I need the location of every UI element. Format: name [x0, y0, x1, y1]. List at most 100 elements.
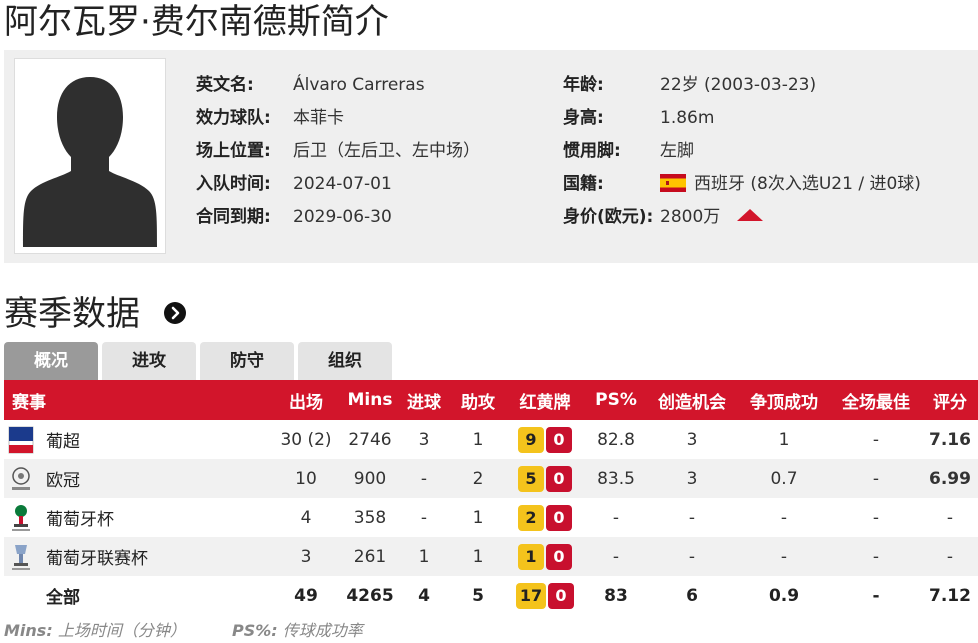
cell-motm: -	[872, 429, 880, 450]
cell-pass-success: -	[586, 537, 646, 576]
col-header-competition[interactable]: 赛事	[4, 380, 268, 420]
info-value: 2029-06-30	[293, 207, 392, 227]
info-label: 身高:	[563, 108, 604, 128]
cell-apps: 4	[300, 507, 312, 528]
yellow-card-count: 2	[518, 504, 544, 531]
footnote-mins: Mins: 上场时间（分钟）	[4, 620, 186, 642]
info-label: 效力球队:	[196, 108, 271, 128]
cell-pass-success: -	[612, 507, 620, 528]
competition-name[interactable]: 葡萄牙杯	[46, 505, 114, 530]
col-header-motm[interactable]: 全场最佳	[830, 380, 922, 420]
cell-aerials: -	[780, 507, 788, 528]
table-row: 葡萄牙杯 4 358 - 1 20 - - - - -	[4, 498, 978, 537]
table-row: 葡超 30 (2) 2746 3 1 90 82.8 3 1 - 7.16	[4, 420, 978, 459]
champions-league-logo-icon	[4, 464, 38, 494]
cell-motm: -	[830, 537, 922, 576]
competition-name[interactable]: 葡萄牙联赛杯	[46, 544, 148, 569]
cell-goals: 4	[418, 585, 430, 606]
cell-mins: 261	[344, 537, 396, 576]
footnote-ps: PS%: 传球成功率	[232, 620, 363, 642]
col-header-rating[interactable]: 评分	[922, 380, 978, 420]
info-value: 2800万	[660, 204, 764, 230]
yellow-card-count: 5	[518, 465, 544, 492]
tab-organize[interactable]: 组织	[298, 342, 392, 380]
cell-assists: 1	[472, 507, 484, 528]
info-value: 本菲卡	[293, 108, 344, 128]
cell-chances: 3	[646, 459, 738, 498]
cell-chances: -	[646, 537, 738, 576]
cell-pass-success: 83.5	[586, 459, 646, 498]
table-row: 欧冠 10 900 - 2 50 83.5 3 0.7 - 6.99	[4, 459, 978, 498]
cell-rating: 7.16	[929, 429, 971, 450]
table-total-row: 全部 49 4265 4 5 17 0 83 6 0.9 - 7.12	[4, 576, 978, 615]
col-header-assists[interactable]: 助攻	[452, 380, 504, 420]
cell-assists: 1	[472, 429, 484, 450]
tab-attack[interactable]: 进攻	[102, 342, 196, 380]
footnote-key: Mins:	[4, 621, 53, 640]
info-value: 后卫（左后卫、左中场）	[293, 141, 480, 161]
cell-apps: 3	[268, 537, 344, 576]
cell-aerials: 0.7	[738, 459, 830, 498]
market-value-text: 2800万	[660, 207, 721, 227]
cell-motm: -	[872, 585, 880, 606]
value-up-arrow-icon	[736, 209, 763, 221]
cell-assists: 1	[452, 537, 504, 576]
red-card-count: 0	[548, 582, 574, 609]
info-label: 合同到期:	[196, 207, 271, 227]
cell-mins: 900	[344, 459, 396, 498]
cell-chances: 3	[686, 429, 698, 450]
info-value: 左脚	[660, 141, 694, 161]
col-header-chances[interactable]: 创造机会	[646, 380, 738, 420]
cell-cards: 10	[504, 537, 586, 576]
col-header-apps[interactable]: 出场	[268, 380, 344, 420]
competition-name[interactable]: 欧冠	[46, 466, 80, 491]
info-value: Álvaro Carreras	[293, 75, 425, 95]
info-label: 年龄:	[563, 75, 604, 95]
cell-goals: 3	[418, 429, 430, 450]
cell-cards: 20	[504, 498, 586, 537]
tab-defense[interactable]: 防守	[200, 342, 294, 380]
col-header-cards[interactable]: 红黄牌	[504, 380, 586, 420]
spain-flag-icon	[660, 174, 686, 192]
player-silhouette-icon	[21, 65, 159, 247]
cell-assists: 5	[472, 585, 484, 606]
competition-name[interactable]: 葡超	[46, 427, 80, 452]
yellow-card-count: 9	[518, 426, 544, 453]
info-value: 22岁 (2003-03-23)	[660, 75, 817, 95]
info-label: 惯用脚:	[563, 141, 621, 161]
cell-chances: 6	[686, 585, 698, 606]
cell-rating: 6.99	[922, 459, 978, 498]
table-row: 葡萄牙联赛杯 3 261 1 1 10 - - - - -	[4, 537, 978, 576]
player-profile: 英文名: Álvaro Carreras 效力球队: 本菲卡 场上位置: 后卫（…	[4, 50, 978, 263]
arrow-right-circle-icon[interactable]	[164, 302, 186, 324]
cell-aerials: -	[738, 537, 830, 576]
col-header-mins[interactable]: Mins	[344, 380, 396, 420]
info-label: 身价(欧元):	[563, 207, 654, 227]
cell-goals: 1	[396, 537, 452, 576]
cell-rating: 7.12	[929, 585, 971, 606]
cell-apps: 49	[294, 585, 318, 606]
cell-cards: 50	[504, 459, 586, 498]
season-stats-table: 赛事 出场 Mins 进球 助攻 红黄牌 PS% 创造机会 争顶成功 全场最佳 …	[4, 380, 978, 615]
col-header-pass-success[interactable]: PS%	[586, 380, 646, 420]
red-card-count: 0	[546, 465, 572, 492]
cell-cards: 90	[504, 420, 586, 459]
cell-mins: 358	[353, 507, 387, 528]
tab-overview[interactable]: 概况	[4, 342, 98, 380]
cell-apps: 30 (2)	[280, 429, 332, 450]
table-header-row: 赛事 出场 Mins 进球 助攻 红黄牌 PS% 创造机会 争顶成功 全场最佳 …	[4, 380, 978, 420]
cell-assists: 2	[452, 459, 504, 498]
page-title: 阿尔瓦罗·费尔南德斯简介	[4, 2, 389, 42]
info-label: 入队时间:	[196, 174, 271, 194]
cell-motm: -	[830, 459, 922, 498]
col-header-goals[interactable]: 进球	[396, 380, 452, 420]
cell-pass-success: 83	[604, 585, 628, 606]
col-header-aerials[interactable]: 争顶成功	[738, 380, 830, 420]
taca-da-liga-logo-icon	[4, 542, 38, 572]
cell-aerials: 0.9	[768, 585, 800, 606]
cell-motm: -	[872, 507, 880, 528]
footnote-key: PS%:	[232, 621, 278, 640]
info-label: 国籍:	[563, 174, 604, 194]
info-label: 场上位置:	[196, 141, 271, 161]
total-label: 全部	[46, 588, 80, 608]
